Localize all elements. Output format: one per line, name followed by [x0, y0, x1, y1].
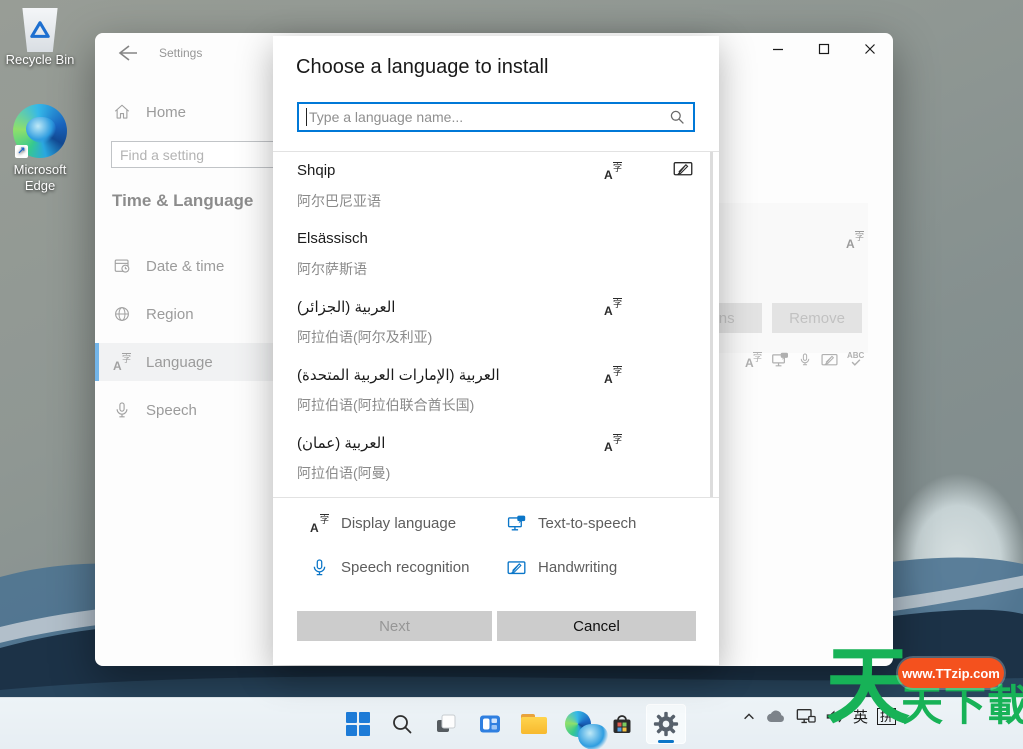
language-search-input[interactable] [297, 102, 695, 132]
language-row[interactable]: Shqip 阿尔巴尼亚语 A字 [297, 154, 697, 222]
sidebar-item-label: Home [146, 104, 186, 121]
display-language-icon: A 字 [113, 353, 131, 371]
speech-recognition-icon [310, 558, 329, 577]
display-language-icon: A字 [604, 298, 622, 316]
task-view-button[interactable] [426, 704, 466, 744]
minimize-button[interactable] [755, 33, 801, 65]
taskbar: 英 拼 15:14 2021/6/16 2 [0, 697, 1023, 749]
settings-button[interactable] [646, 704, 686, 744]
display-language-icon: A字 [604, 434, 622, 452]
back-button[interactable] [113, 43, 139, 63]
edge-icon: ↗ [13, 104, 67, 158]
language-row[interactable]: العربية (الإمارات العربية المتحدة) 阿拉伯语(… [297, 358, 697, 426]
text-caret [306, 108, 307, 126]
cancel-button[interactable]: Cancel [497, 611, 696, 641]
sidebar-section-header: Time & Language [112, 191, 253, 211]
minimize-icon [772, 43, 784, 55]
legend-label: Handwriting [538, 559, 617, 576]
desktop: Recycle Bin ↗ Microsoft Edge Settings Ho… [0, 0, 1023, 749]
display-language-icon: A字 [310, 514, 329, 533]
active-app-indicator [658, 740, 674, 743]
sidebar-item-home[interactable]: Home [95, 93, 273, 131]
legend-display-language: A字 Display language [310, 514, 456, 533]
date-time-icon [113, 257, 131, 275]
start-button[interactable] [338, 704, 378, 744]
onedrive-cloud-icon[interactable] [765, 709, 787, 724]
dialog-title: Choose a language to install [296, 56, 548, 79]
ime-language-indicator[interactable]: 英 [853, 706, 868, 727]
globe-icon [113, 305, 131, 323]
desktop-icon-label: Recycle Bin [0, 52, 80, 67]
close-button[interactable] [847, 33, 893, 65]
tray-chevron-up-icon[interactable] [742, 710, 756, 724]
language-row[interactable]: العربية (الجزائر) 阿拉伯语(阿尔及利亚) A字 [297, 290, 697, 358]
legend-label: Text-to-speech [538, 515, 636, 532]
sidebar-selected-indicator [95, 343, 99, 381]
sidebar-item-label: Speech [146, 402, 197, 419]
handwriting-icon [821, 352, 838, 367]
divider [273, 151, 719, 152]
desktop-icon-recycle-bin[interactable]: Recycle Bin [0, 8, 80, 67]
recycle-bin-icon [20, 8, 60, 52]
sidebar-item-speech[interactable]: Speech [95, 391, 273, 429]
edge-icon [565, 711, 591, 737]
choose-language-dialog: Choose a language to install Shqip 阿尔巴尼亚… [273, 36, 719, 665]
taskbar-search-button[interactable] [382, 704, 422, 744]
list-scrollbar[interactable] [710, 152, 713, 497]
legend-speech-recognition: Speech recognition [310, 558, 469, 577]
next-button[interactable]: Next [297, 611, 492, 641]
handwriting-icon [507, 558, 526, 577]
home-icon [113, 103, 131, 121]
task-view-icon [434, 712, 458, 736]
network-icon[interactable] [796, 708, 816, 725]
window-title: Settings [159, 46, 202, 60]
basic-typing-icon: ABC [847, 352, 864, 367]
sidebar-item-region[interactable]: Region [95, 295, 273, 333]
widgets-icon [478, 712, 502, 736]
sidebar-item-label: Language [146, 354, 213, 371]
text-to-speech-icon [507, 514, 526, 533]
close-icon [864, 43, 876, 55]
divider [273, 497, 719, 498]
desktop-icon-microsoft-edge[interactable]: ↗ Microsoft Edge [0, 104, 80, 194]
microphone-icon [113, 401, 131, 419]
windows-logo-icon [346, 712, 370, 736]
maximize-icon [818, 43, 830, 55]
search-icon [669, 109, 685, 125]
sidebar-item-label: Date & time [146, 258, 224, 275]
folder-icon [521, 714, 547, 734]
legend-label: Display language [341, 515, 456, 532]
text-to-speech-icon [771, 352, 789, 368]
language-row[interactable]: Elsässisch 阿尔萨斯语 [297, 222, 697, 290]
widgets-button[interactable] [470, 704, 510, 744]
gear-icon [653, 711, 679, 737]
display-language-icon: A 字 [745, 352, 762, 368]
handwriting-icon [673, 160, 693, 177]
volume-icon[interactable] [825, 708, 844, 725]
legend-label: Speech recognition [341, 559, 469, 576]
remove-button[interactable]: Remove [772, 303, 862, 333]
desktop-icon-label: Microsoft Edge [0, 162, 80, 194]
shortcut-arrow-icon: ↗ [15, 145, 28, 158]
display-language-icon: A字 [604, 366, 622, 384]
store-icon [610, 712, 634, 736]
speech-recognition-icon [798, 351, 812, 368]
legend-text-to-speech: Text-to-speech [507, 514, 636, 533]
recycle-symbol-icon [29, 20, 51, 40]
store-button[interactable] [602, 704, 642, 744]
display-language-icon: A 字 [846, 231, 864, 249]
sidebar-item-date-time[interactable]: Date & time [95, 247, 273, 285]
legend-handwriting: Handwriting [507, 558, 617, 577]
edge-button[interactable] [558, 704, 598, 744]
display-language-icon: A字 [604, 162, 622, 180]
maximize-button[interactable] [801, 33, 847, 65]
search-icon [391, 713, 413, 735]
language-row[interactable]: العربية (عمان) 阿拉伯语(阿曼) A字 [297, 426, 697, 494]
ime-mode-indicator[interactable]: 拼 [877, 708, 896, 725]
sidebar-item-language[interactable]: A 字 Language [95, 343, 273, 381]
file-explorer-button[interactable] [514, 704, 554, 744]
sidebar-item-label: Region [146, 306, 194, 323]
